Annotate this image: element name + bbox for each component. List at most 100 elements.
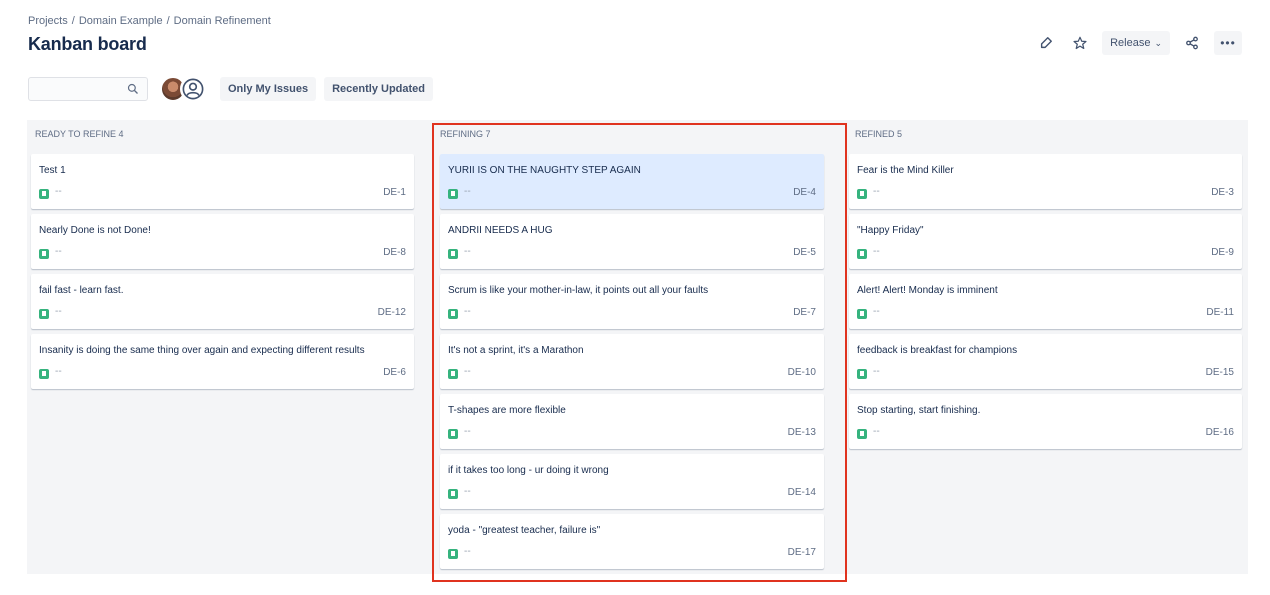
story-icon: [857, 309, 867, 319]
issue-key[interactable]: DE-1: [383, 187, 406, 198]
card-estimate: --: [464, 486, 471, 497]
share-icon: [1186, 36, 1198, 50]
story-icon: [39, 249, 49, 259]
column-refined: REFINED 5: [847, 120, 1248, 148]
issue-key[interactable]: DE-7: [793, 307, 816, 318]
story-icon: [448, 489, 458, 499]
card-summary: Alert! Alert! Monday is imminent: [857, 285, 998, 296]
recently-updated-filter[interactable]: Recently Updated: [324, 77, 434, 101]
feedback-icon: [1041, 37, 1053, 49]
story-icon: [39, 369, 49, 379]
issue-key[interactable]: DE-3: [1211, 187, 1234, 198]
release-label: Release: [1110, 37, 1151, 49]
story-icon: [857, 369, 867, 379]
issue-card[interactable]: Nearly Done is not Done! -- DE-8: [31, 214, 414, 269]
story-icon: [448, 189, 458, 199]
card-summary: Scrum is like your mother-in-law, it poi…: [448, 285, 709, 296]
card-summary: Test 1: [39, 165, 66, 176]
page-title: Kanban board: [28, 34, 147, 54]
issue-card[interactable]: Scrum is like your mother-in-law, it poi…: [440, 274, 824, 329]
issue-key[interactable]: DE-11: [1206, 307, 1234, 318]
filter-bar: Only My Issues Recently Updated: [28, 76, 434, 102]
only-my-issues-filter[interactable]: Only My Issues: [220, 77, 317, 101]
card-estimate: --: [464, 306, 471, 317]
card-estimate: --: [55, 186, 62, 197]
issue-key[interactable]: DE-13: [788, 427, 816, 438]
issue-card[interactable]: ANDRII NEEDS A HUG -- DE-5: [440, 214, 824, 269]
story-icon: [448, 249, 458, 259]
avatar-unassigned[interactable]: [180, 76, 206, 102]
card-summary: T-shapes are more flexible: [448, 405, 566, 416]
story-icon: [39, 309, 49, 319]
story-icon: [39, 189, 49, 199]
breadcrumb-domain-refinement[interactable]: Domain Refinement: [174, 15, 271, 27]
issue-card[interactable]: "Happy Friday" -- DE-9: [849, 214, 1242, 269]
issue-key[interactable]: DE-9: [1211, 247, 1234, 258]
issue-card[interactable]: Stop starting, start finishing. -- DE-16: [849, 394, 1242, 449]
issue-key[interactable]: DE-12: [378, 307, 406, 318]
search-input[interactable]: [28, 77, 148, 101]
card-summary: fail fast - learn fast.: [39, 285, 124, 296]
issue-key[interactable]: DE-6: [383, 367, 406, 378]
issue-card[interactable]: YURII IS ON THE NAUGHTY STEP AGAIN -- DE-4: [440, 154, 824, 209]
issue-card[interactable]: fail fast - learn fast. -- DE-12: [31, 274, 414, 329]
more-actions-button[interactable]: •••: [1214, 31, 1242, 55]
feedback-button[interactable]: [1034, 31, 1058, 55]
card-summary: yoda - "greatest teacher, failure is": [448, 525, 601, 536]
card-summary: It's not a sprint, it's a Marathon: [448, 345, 584, 356]
card-summary: YURII IS ON THE NAUGHTY STEP AGAIN: [448, 165, 641, 176]
star-icon: [1073, 36, 1087, 50]
breadcrumb-separator: /: [166, 15, 170, 27]
kanban-board: READY TO REFINE 4 REFINING 7 REFINED 5 T…: [27, 120, 1248, 574]
issue-key[interactable]: DE-15: [1206, 367, 1234, 378]
card-summary: Fear is the Mind Killer: [857, 165, 954, 176]
card-estimate: --: [873, 366, 880, 377]
story-icon: [857, 249, 867, 259]
card-estimate: --: [873, 426, 880, 437]
card-summary: feedback is breakfast for champions: [857, 345, 1018, 356]
card-estimate: --: [464, 546, 471, 557]
card-summary: if it takes too long - ur doing it wrong: [448, 465, 609, 476]
issue-card[interactable]: T-shapes are more flexible -- DE-13: [440, 394, 824, 449]
card-estimate: --: [55, 246, 62, 257]
issue-key[interactable]: DE-5: [793, 247, 816, 258]
column-header: REFINING 7: [440, 129, 491, 139]
chevron-down-icon: ⌄: [1154, 38, 1162, 48]
issue-card[interactable]: Alert! Alert! Monday is imminent -- DE-11: [849, 274, 1242, 329]
column-ready-to-refine: READY TO REFINE 4: [27, 120, 427, 148]
breadcrumb: Projects / Domain Example / Domain Refinemen…: [28, 15, 271, 27]
card-summary: "Happy Friday": [857, 225, 924, 236]
issue-card[interactable]: Fear is the Mind Killer -- DE-3: [849, 154, 1242, 209]
breadcrumb-projects[interactable]: Projects: [28, 15, 68, 27]
story-icon: [448, 429, 458, 439]
card-estimate: --: [464, 186, 471, 197]
card-summary: Insanity is doing the same thing over ag…: [39, 345, 365, 356]
issue-key[interactable]: DE-4: [793, 187, 816, 198]
issue-key[interactable]: DE-10: [788, 367, 816, 378]
issue-key[interactable]: DE-14: [788, 487, 816, 498]
issue-card[interactable]: It's not a sprint, it's a Marathon -- DE-1…: [440, 334, 824, 389]
story-icon: [448, 549, 458, 559]
share-button[interactable]: [1180, 31, 1204, 55]
issue-card[interactable]: Test 1 -- DE-1: [31, 154, 414, 209]
issue-key[interactable]: DE-16: [1206, 427, 1234, 438]
issue-card[interactable]: yoda - "greatest teacher, failure is" -- D…: [440, 514, 824, 569]
story-icon: [448, 369, 458, 379]
card-estimate: --: [873, 186, 880, 197]
card-estimate: --: [464, 426, 471, 437]
star-button[interactable]: [1068, 31, 1092, 55]
issue-card[interactable]: feedback is breakfast for champions -- DE-…: [849, 334, 1242, 389]
issue-card[interactable]: Insanity is doing the same thing over ag…: [31, 334, 414, 389]
search-icon: [127, 83, 138, 94]
card-summary: Stop starting, start finishing.: [857, 405, 981, 416]
card-estimate: --: [55, 306, 62, 317]
issue-key[interactable]: DE-8: [383, 247, 406, 258]
release-button[interactable]: Release ⌄: [1102, 31, 1170, 55]
story-icon: [448, 309, 458, 319]
issue-key[interactable]: DE-17: [788, 547, 816, 558]
story-icon: [857, 429, 867, 439]
issue-card[interactable]: if it takes too long - ur doing it wrong…: [440, 454, 824, 509]
breadcrumb-domain-example[interactable]: Domain Example: [79, 15, 163, 27]
card-estimate: --: [55, 366, 62, 377]
top-actions: Release ⌄ •••: [1034, 31, 1242, 55]
